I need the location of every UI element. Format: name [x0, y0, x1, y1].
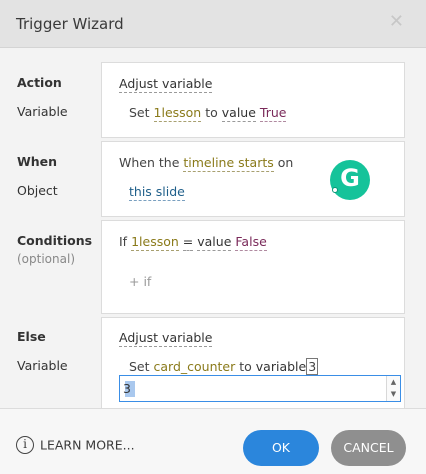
- else-label: Else: [17, 329, 46, 344]
- when-object-link[interactable]: this slide: [129, 184, 185, 201]
- when-label: When: [17, 154, 58, 169]
- stepper-up-icon[interactable]: ▲: [387, 376, 400, 388]
- condition-operator-link[interactable]: =: [182, 234, 194, 251]
- else-value-stepper[interactable]: ▲ ▼: [119, 375, 401, 402]
- learn-more-text: LEARN MORE...: [40, 437, 135, 453]
- action-variable-link[interactable]: 1lesson: [153, 105, 202, 122]
- condition-line: If 1lesson = value False: [119, 234, 267, 251]
- when-line: When the timeline starts on: [119, 155, 294, 172]
- action-value-link[interactable]: True: [259, 105, 287, 122]
- action-set-text: Set: [129, 105, 150, 120]
- action-card: Adjust variable Set 1lesson to value Tru…: [101, 62, 405, 138]
- stepper-buttons: ▲ ▼: [386, 376, 400, 401]
- action-label: Action: [17, 75, 62, 90]
- stepper-down-icon[interactable]: ▼: [387, 388, 400, 400]
- when-event-link[interactable]: timeline starts: [183, 155, 274, 172]
- else-set-text: Set: [129, 359, 150, 374]
- action-detail-line: Set 1lesson to value True: [129, 105, 287, 122]
- condition-op-link[interactable]: value: [197, 234, 232, 251]
- add-if-link[interactable]: + if: [129, 274, 151, 289]
- info-icon: i: [16, 436, 34, 454]
- conditions-label: Conditions: [17, 233, 93, 248]
- when-sub-label: Object: [17, 183, 58, 198]
- when-on-text: on: [277, 155, 294, 170]
- action-op-link[interactable]: value: [221, 105, 256, 122]
- condition-if-text: If: [119, 234, 128, 249]
- cancel-button[interactable]: CANCEL: [331, 430, 406, 466]
- when-prefix-text: When the: [119, 155, 180, 170]
- learn-more-link[interactable]: i LEARN MORE...: [16, 436, 135, 454]
- conditions-card: If 1lesson = value False + if: [101, 220, 405, 314]
- else-to-text: to: [239, 359, 252, 374]
- else-action-select[interactable]: Adjust variable: [119, 330, 213, 347]
- conditions-sub-label: (optional): [17, 252, 75, 266]
- action-select[interactable]: Adjust variable: [119, 76, 213, 93]
- condition-value-link[interactable]: False: [235, 234, 267, 251]
- else-value-box[interactable]: 3: [306, 358, 319, 375]
- else-sub-label: Variable: [17, 358, 68, 373]
- action-to-text: to: [205, 105, 218, 120]
- ok-button[interactable]: OK: [243, 430, 319, 466]
- else-value-input[interactable]: [123, 379, 381, 398]
- dialog-titlebar: Trigger Wizard ✕: [0, 0, 426, 48]
- close-icon[interactable]: ✕: [389, 13, 404, 31]
- condition-variable-link[interactable]: 1lesson: [131, 234, 179, 251]
- action-sub-label: Variable: [17, 104, 68, 119]
- else-detail-line: Set card_counter to variable 3: [129, 358, 319, 376]
- dialog-title: Trigger Wizard: [16, 15, 124, 33]
- grammarly-icon[interactable]: G: [330, 160, 370, 200]
- else-op-link[interactable]: variable: [255, 359, 307, 376]
- grammarly-dot: [332, 187, 338, 193]
- else-variable-link[interactable]: card_counter: [153, 359, 236, 376]
- dialog-footer: i LEARN MORE... OK CANCEL: [0, 408, 426, 474]
